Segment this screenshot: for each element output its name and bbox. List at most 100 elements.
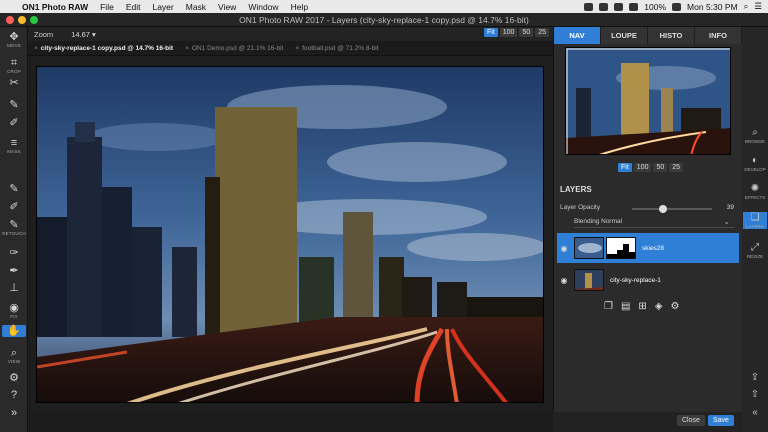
module-layers[interactable]: ❏ LAYERS <box>743 212 767 229</box>
right-panel: NAV LOUPE HISTO INFO Fit 100 50 25 LAYER… <box>553 27 742 432</box>
minimize-window-icon[interactable] <box>18 16 26 24</box>
layer-row[interactable]: ◉ skies28 <box>557 233 739 263</box>
tool-chisel[interactable]: ✐ <box>2 201 26 213</box>
tab-info[interactable]: INFO <box>695 27 742 44</box>
search-icon[interactable]: ⌕ <box>744 1 749 12</box>
zoom-fit-button[interactable]: Fit <box>483 28 498 37</box>
zoom-25-button[interactable]: 25 <box>535 28 549 37</box>
nav-zoom-100-button[interactable]: 100 <box>633 163 652 172</box>
battery-percent[interactable]: 100% <box>644 2 666 12</box>
battery-icon[interactable] <box>672 2 682 11</box>
fill-layer-icon[interactable]: ◈ <box>655 301 663 312</box>
close-tab-icon[interactable]: × <box>34 45 38 52</box>
document-tab[interactable]: × city-sky-replace-1 copy.psd @ 14.7% 16-… <box>28 45 179 52</box>
merge-layers-icon[interactable]: ⊞ <box>638 301 646 312</box>
document-tab[interactable]: × ON1 Demo.psd @ 21.1% 16-bit <box>179 45 289 52</box>
module-browse[interactable]: ⌕ BROWSE <box>743 127 767 144</box>
layer-opacity-label: Layer Opacity <box>560 204 601 211</box>
window-title-bar: ON1 Photo RAW 2017 - Layers (city-sky-re… <box>0 13 768 27</box>
gear-icon[interactable]: ⚙ <box>671 301 680 312</box>
tool-refine-brush[interactable]: ✎ <box>2 183 26 195</box>
tool-clone[interactable]: ⊥ <box>2 282 26 294</box>
menu-window[interactable]: Window <box>242 2 284 12</box>
close-tab-icon[interactable]: × <box>185 45 189 52</box>
tool-collapse[interactable]: » <box>2 407 26 419</box>
layer-row[interactable]: ◉ city-sky-replace-1 <box>557 265 739 295</box>
zoom-50-button[interactable]: 50 <box>519 28 534 37</box>
menu-mask[interactable]: Mask <box>180 2 212 12</box>
menu-file[interactable]: File <box>94 2 120 12</box>
notification-center-icon[interactable]: ☰ <box>754 1 762 12</box>
layer-opacity-slider[interactable] <box>632 205 712 213</box>
module-develop[interactable]: ◐ DEVELOP <box>743 155 767 172</box>
module-bar: ⌕ BROWSE ◐ DEVELOP ✺ EFFECTS ❏ LAYERS ⤢ RESIZ… <box>742 27 768 432</box>
menu-layer[interactable]: Layer <box>146 2 179 12</box>
tool-settings[interactable]: ⚙ <box>2 372 26 384</box>
resize-icon: ⤢ <box>751 242 759 253</box>
tab-loupe[interactable]: LOUPE <box>601 27 648 44</box>
effects-icon: ✺ <box>750 183 760 194</box>
chisel-icon: ✐ <box>9 201 19 213</box>
tool-zoom[interactable]: ⌕ VIEW <box>2 347 26 364</box>
layer-thumbnail-image <box>575 270 603 290</box>
nav-zoom-50-button[interactable]: 50 <box>653 163 668 172</box>
monitor-icon[interactable] <box>599 2 609 11</box>
volume-icon[interactable] <box>629 2 639 11</box>
navigator-thumbnail[interactable] <box>565 47 731 155</box>
module-export[interactable]: ⇪ <box>743 372 767 384</box>
menu-help[interactable]: Help <box>285 2 314 12</box>
tool-line-mask[interactable]: ≡ MASK <box>2 137 26 154</box>
menu-view[interactable]: View <box>212 2 242 12</box>
module-effects[interactable]: ✺ EFFECTS <box>743 183 767 200</box>
module-label: EFFECTS <box>744 195 766 200</box>
tool-red-eye[interactable]: ◉ FIX <box>2 302 26 319</box>
zoom-bar: Zoom 14.67 ▾ Fit 100 50 25 <box>28 27 553 41</box>
canvas-area[interactable] <box>28 56 553 412</box>
new-layer-icon[interactable]: ▤ <box>621 301 630 312</box>
tool-blur[interactable]: ✎ RETOUCH <box>2 219 26 236</box>
zoom-100-button[interactable]: 100 <box>499 28 518 37</box>
tab-histo[interactable]: HISTO <box>648 27 695 44</box>
save-button[interactable]: Save <box>708 415 734 426</box>
eye-icon[interactable]: ◉ <box>557 244 571 253</box>
close-window-icon[interactable] <box>6 16 14 24</box>
close-tab-icon[interactable]: × <box>295 45 299 52</box>
tool-crop[interactable]: ⌗ CROP <box>2 57 26 74</box>
module-collapse[interactable]: « <box>743 407 767 419</box>
duplicate-layer-icon[interactable]: ❐ <box>604 301 613 312</box>
photo-canvas[interactable] <box>36 66 544 403</box>
stamp-icon: ✒ <box>9 265 19 277</box>
layer-mask-thumbnail[interactable] <box>606 237 636 259</box>
tool-retouch-brush[interactable]: ✑ <box>2 247 26 259</box>
tool-stamp[interactable]: ✒ <box>2 265 26 277</box>
cloud-icon[interactable] <box>584 2 594 11</box>
document-tab[interactable]: × football.psd @ 71.2% 8-bit <box>289 45 384 52</box>
tool-help[interactable]: ? <box>2 389 26 401</box>
module-share[interactable]: ⇧ <box>743 389 767 401</box>
nav-zoom-fit-button[interactable]: Fit <box>618 163 632 172</box>
tool-brush[interactable]: ✎ <box>2 99 26 111</box>
zoom-value-dropdown[interactable]: 14.67 ▾ <box>71 30 96 39</box>
browse-icon: ⌕ <box>752 127 758 138</box>
module-resize[interactable]: ⤢ RESIZE <box>743 242 767 259</box>
eye-icon[interactable]: ◉ <box>557 276 571 285</box>
tool-transform[interactable]: ✂ <box>2 77 26 89</box>
tool-adjust[interactable]: ✐ <box>2 117 26 129</box>
slider-knob[interactable] <box>659 205 668 213</box>
tool-move[interactable]: ✥ MOVE <box>2 31 26 48</box>
document-tab-label: football.psd @ 71.2% 8-bit <box>302 44 379 52</box>
menu-clock[interactable]: Mon 5:30 PM <box>687 2 738 12</box>
menu-edit[interactable]: Edit <box>120 2 147 12</box>
layer-opacity-value[interactable]: 39 <box>727 204 734 211</box>
blending-mode-select[interactable]: Blending Normal ⌄ <box>574 217 734 228</box>
hand-icon: ✋ <box>7 325 21 337</box>
menu-app-name[interactable]: ON1 Photo RAW <box>16 2 94 12</box>
fullscreen-window-icon[interactable] <box>30 16 38 24</box>
close-button[interactable]: Close <box>677 415 705 426</box>
module-label: DEVELOP <box>744 167 766 172</box>
collapse-icon: » <box>10 407 18 419</box>
tool-hand[interactable]: ✋ <box>2 325 26 337</box>
wifi-icon[interactable] <box>614 2 624 11</box>
tab-nav[interactable]: NAV <box>554 27 601 44</box>
nav-zoom-25-button[interactable]: 25 <box>669 163 684 172</box>
